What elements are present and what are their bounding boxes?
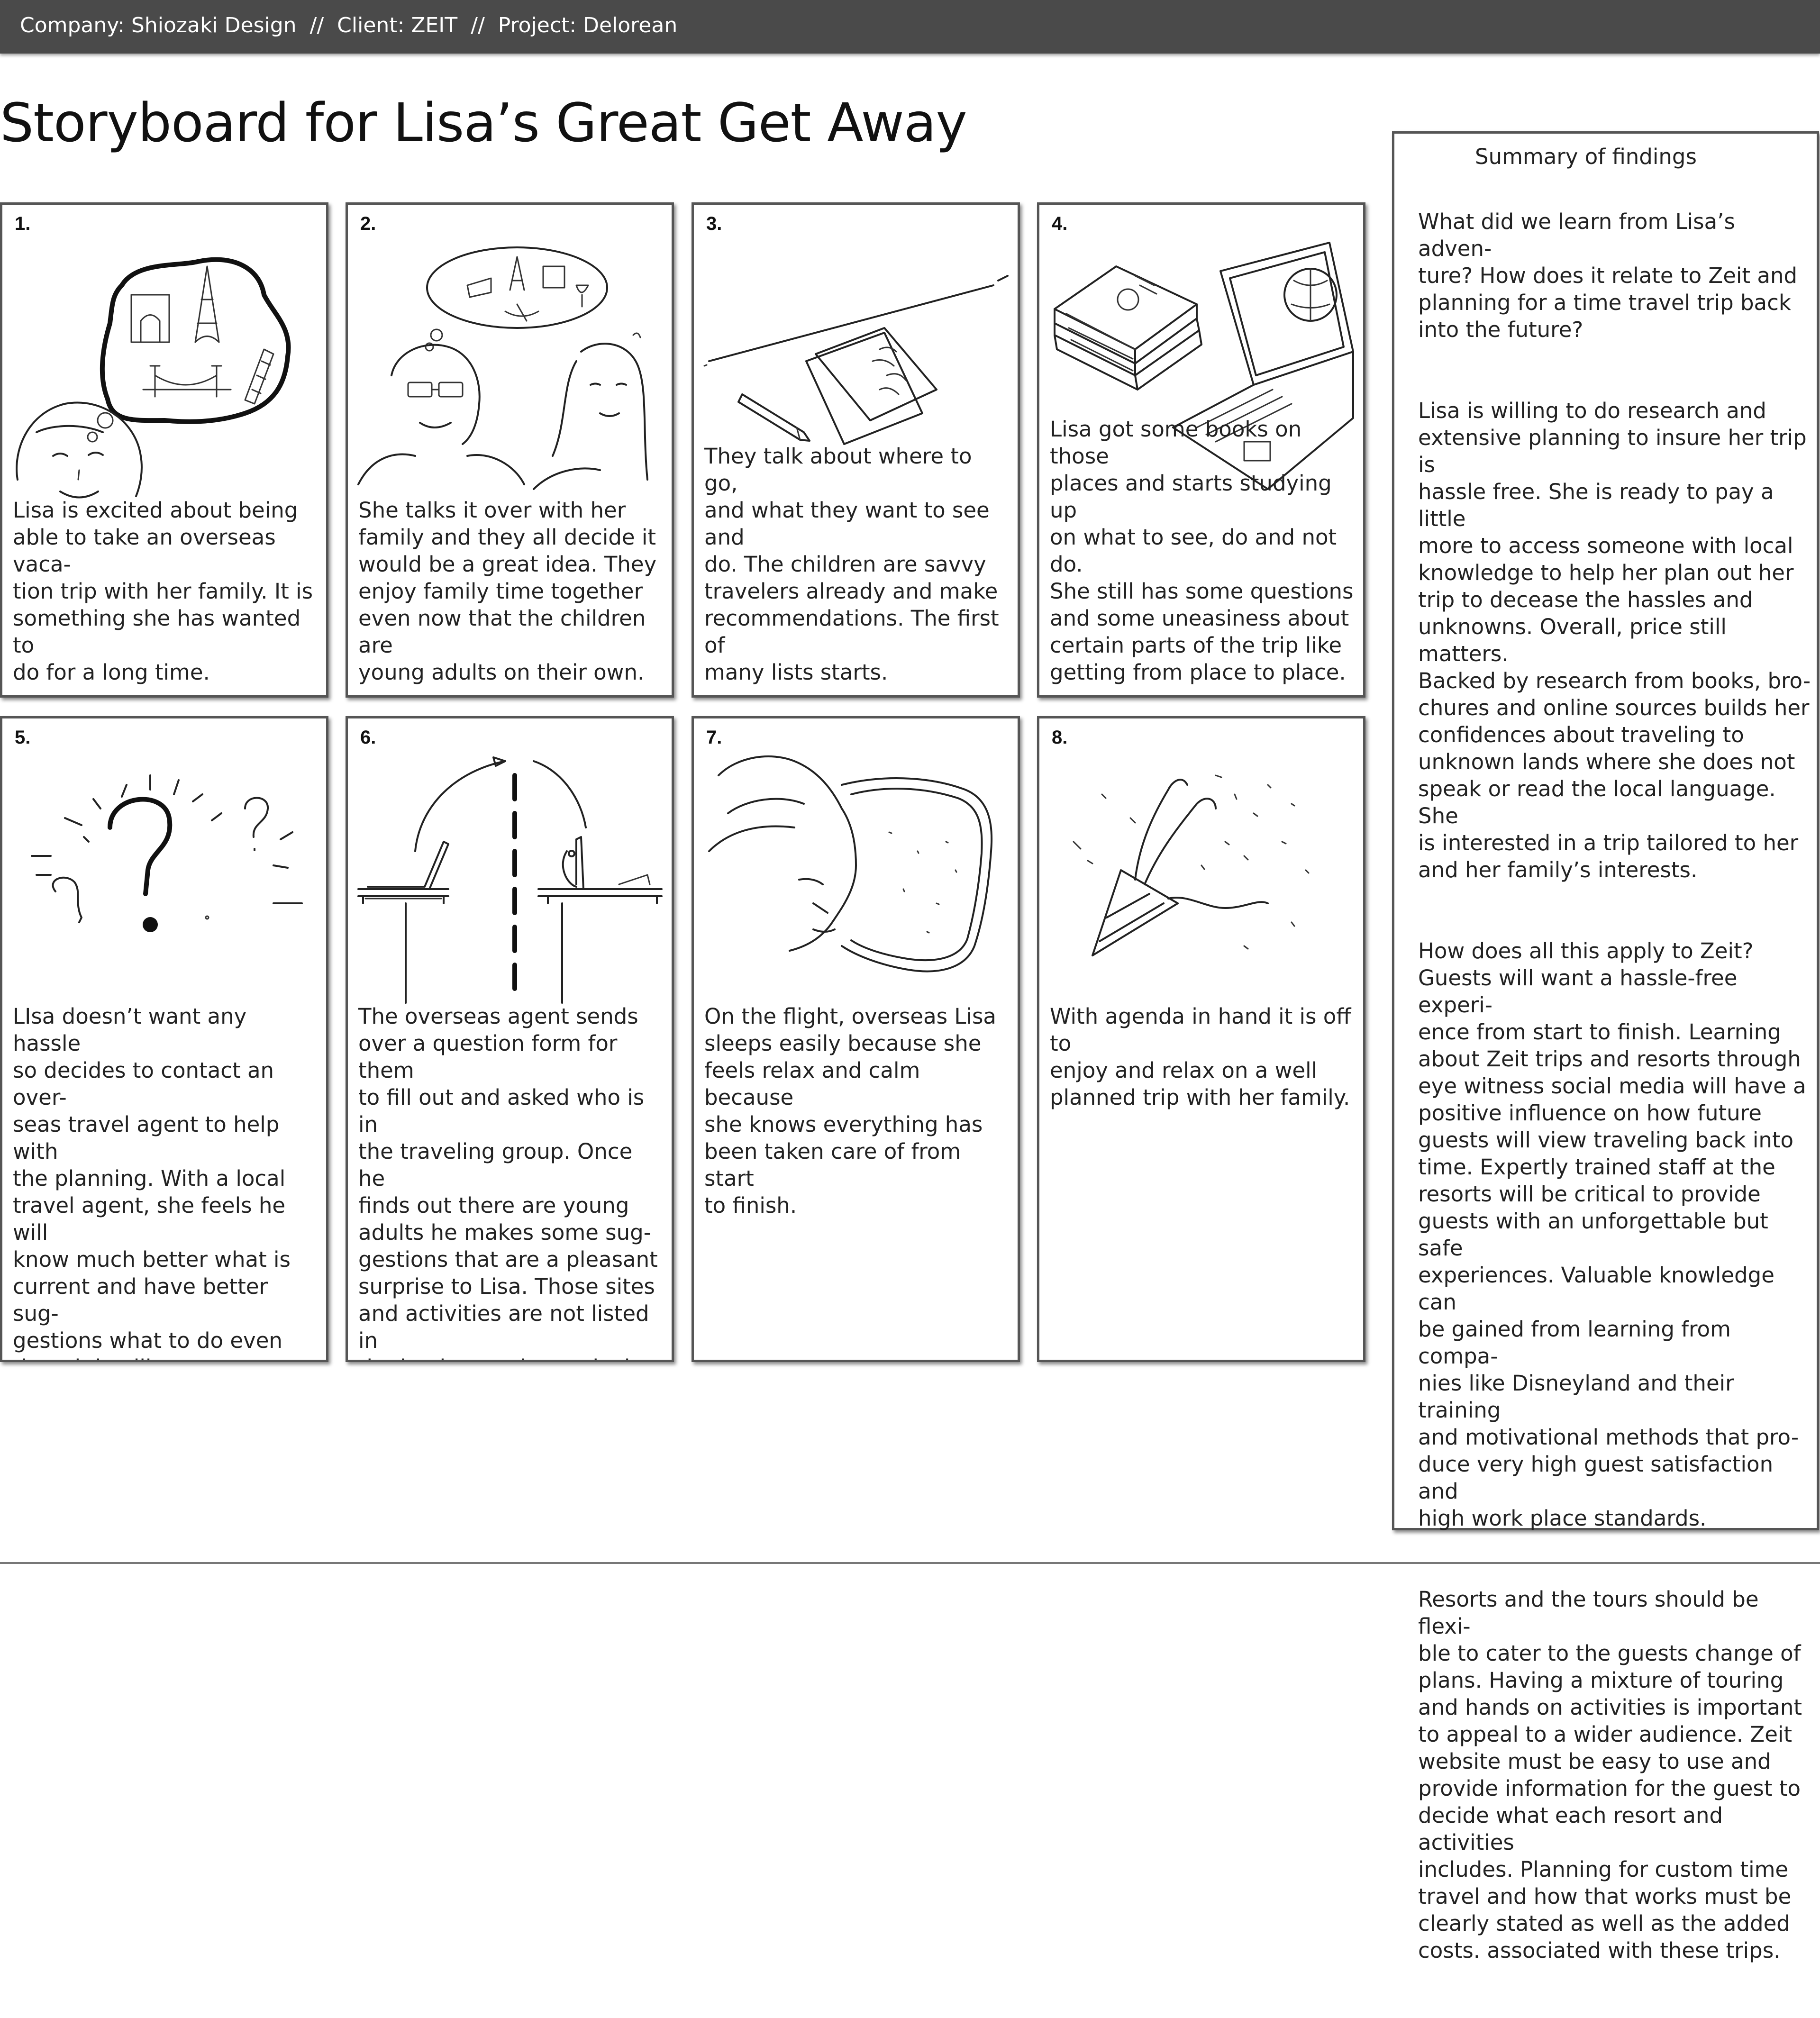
- storyboard-panel-3: 3. They talk about where to go, and what…: [692, 202, 1020, 698]
- party-popper-sketch: [1045, 747, 1358, 1012]
- storyboard-panel-5: 5. LIsa doesn’t want any hassle so decid…: [0, 716, 328, 1362]
- storyboard-panel-8: 8. With agenda in hand it is off to enjo…: [1037, 716, 1365, 1362]
- summary-paragraph: Lisa is willing to do research and exten…: [1418, 398, 1811, 882]
- summary-paragraph: What did we learn from Lisa’s adven- tur…: [1418, 209, 1798, 342]
- panel-caption: On the flight, overseas Lisa sleeps easi…: [704, 1004, 996, 1218]
- panel-number: 6.: [360, 727, 376, 748]
- panel-number: 2.: [360, 213, 376, 234]
- form-sent-between-desks-sketch: [354, 747, 666, 1012]
- panel-caption: She talks it over with her family and th…: [358, 498, 657, 685]
- panel-caption: Lisa got some books on those places and …: [1050, 417, 1354, 685]
- family-discussion-sketch: [354, 233, 666, 499]
- storyboard-panel-7: 7. On the flight, overseas Lisa sleeps e…: [692, 716, 1020, 1362]
- panel-number: 3.: [706, 213, 722, 234]
- storyboard-panel-1: 1. Lisa is excited about being able to t…: [0, 202, 328, 698]
- panel-number: 1.: [15, 213, 31, 234]
- storyboard-panel-4: 4. Lisa got some books on those places a…: [1037, 202, 1365, 698]
- storyboard-panel-2: 2. She talks it over with her family and…: [346, 202, 674, 698]
- panel-number: 5.: [15, 727, 31, 748]
- header-project-info: Company: Shiozaki Design // Client: ZEIT…: [20, 13, 678, 37]
- page-title: Storyboard for Lisa’s Great Get Away: [0, 92, 967, 154]
- summary-of-findings-panel: Summary of findings What did we learn fr…: [1392, 131, 1819, 1963]
- question-marks-sketch: [8, 747, 321, 1012]
- header-bar: Company: Shiozaki Design // Client: ZEIT…: [0, 0, 1820, 54]
- panel-caption: LIsa doesn’t want any hassle so decides …: [13, 1004, 291, 1360]
- footer-divider: [0, 1562, 1820, 1564]
- summary-body: What did we learn from Lisa’s adven- tur…: [1418, 181, 1811, 2018]
- panel-number: 8.: [1052, 727, 1068, 748]
- panel-caption: They talk about where to go, and what th…: [704, 444, 999, 685]
- storyboard-panel-6: 6. The overseas agent sends over a quest…: [346, 716, 674, 1362]
- sleeping-by-airplane-window-sketch: [700, 747, 1012, 1012]
- panel-caption: With agenda in hand it is off to enjoy a…: [1050, 1004, 1351, 1110]
- summary-paragraph: Resorts and the tours should be flexi- b…: [1418, 1587, 1802, 1963]
- panel-caption: Lisa is excited about being able to take…: [13, 498, 313, 685]
- panel-number: 4.: [1052, 213, 1068, 234]
- summary-title: Summary of findings: [1475, 144, 1697, 169]
- panel-caption: The overseas agent sends over a question…: [358, 1004, 663, 1360]
- lisa-dreaming-of-landmarks-sketch: [8, 233, 321, 499]
- summary-paragraph: How does all this apply to Zeit? Guests …: [1418, 938, 1806, 1531]
- panel-number: 7.: [706, 727, 722, 748]
